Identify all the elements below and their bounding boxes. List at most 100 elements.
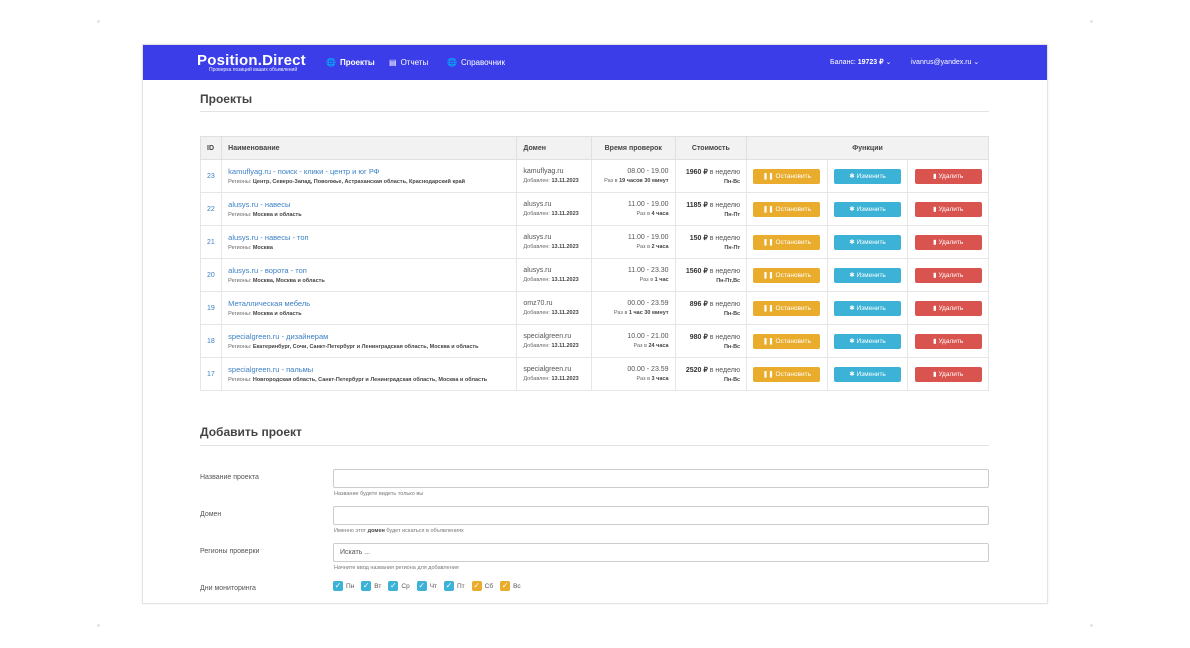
project-id[interactable]: 18 <box>199 324 223 358</box>
brand-logo[interactable]: Position.Direct <box>197 53 306 68</box>
project-name-link[interactable]: specialgreen.ru - пальмы <box>228 365 510 374</box>
stop-button[interactable]: ❚❚ Остановить <box>753 267 821 283</box>
delete-button[interactable]: ▮ Удалить <box>914 168 982 184</box>
added-caption: Добавлен: <box>523 343 550 349</box>
project-id-link[interactable]: 21 <box>207 239 215 246</box>
edit-button[interactable]: ✱ Изменить <box>834 333 902 349</box>
nav-item-reports[interactable]: ▤ Отчеты <box>389 58 428 68</box>
days-value: Пн-Вс <box>723 343 741 350</box>
delete-button[interactable]: ▮ Удалить <box>914 366 982 382</box>
delete-button[interactable]: ▮ Удалить <box>914 234 982 250</box>
project-name-link[interactable]: kamuflyag.ru - поиск - клики - центр и ю… <box>228 167 510 176</box>
project-name-link[interactable]: Металлическая мебель <box>228 299 510 308</box>
stop-button[interactable]: ❚❚ Остановить <box>753 168 821 184</box>
project-days: Пн-Вс <box>682 343 741 350</box>
regions-help: Начните ввод названия региона для добавл… <box>334 565 459 571</box>
project-domain: alusys.ru <box>523 234 552 241</box>
stop-button[interactable]: ❚❚ Остановить <box>753 201 821 217</box>
check-time: 11.00 - 19.00 <box>627 201 669 208</box>
project-cost: 1185 ₽ в неделю <box>682 201 740 209</box>
project-cost: 2520 ₽ в неделю <box>682 366 740 374</box>
balance-value: 19723 ₽ <box>857 59 884 66</box>
project-name-link[interactable]: alusys.ru - навесы <box>228 200 510 209</box>
project-name-input[interactable] <box>333 469 989 488</box>
day-checkbox[interactable]: ✓ Ср <box>388 581 410 591</box>
checkmark-icon[interactable]: ✓ <box>388 581 399 591</box>
days-value: Пн-Пт <box>724 211 741 218</box>
project-id[interactable]: 21 <box>199 225 223 259</box>
added-date: 13.11.2023 <box>551 277 579 283</box>
checkmark-icon[interactable]: ✓ <box>444 581 454 591</box>
edit-button[interactable]: ✱ Изменить <box>834 300 902 316</box>
delete-button[interactable]: ▮ Удалить <box>914 201 982 217</box>
trash-icon: ▮ <box>933 205 937 213</box>
stop-cell: ❚❚ Остановить <box>746 357 828 391</box>
frequency-value: 4 часа <box>651 211 669 217</box>
edit-button[interactable]: ✱ Изменить <box>834 267 902 283</box>
stop-button[interactable]: ❚❚ Остановить <box>753 333 821 349</box>
project-id-link[interactable]: 23 <box>207 173 215 180</box>
day-checkbox[interactable]: ✓ Вт <box>361 581 381 591</box>
edit-button[interactable]: ✱ Изменить <box>834 201 902 217</box>
edit-label: Изменить <box>856 337 886 345</box>
regions-search-input[interactable]: Искать ... <box>333 543 989 562</box>
stop-cell: ❚❚ Остановить <box>746 192 828 226</box>
day-checkbox[interactable]: ✓ Вс <box>500 581 521 591</box>
checkmark-icon[interactable]: ✓ <box>333 581 343 591</box>
gear-icon: ✱ <box>849 337 855 345</box>
project-time-cell: 11.00 - 19.00 Раз в 4 часа <box>590 192 676 226</box>
domain-input[interactable] <box>333 506 989 525</box>
project-name-cell: specialgreen.ru - пальмы Регионы: Новгор… <box>221 357 518 391</box>
day-checkbox[interactable]: ✓ Пт <box>444 581 465 591</box>
day-checkbox[interactable]: ✓ Пн <box>333 581 354 591</box>
project-id-link[interactable]: 17 <box>207 371 215 378</box>
edit-cell: ✱ Изменить <box>826 192 909 226</box>
balance-dropdown[interactable]: Баланс: 19723 ₽ ⌄ <box>830 58 891 68</box>
checkmark-icon[interactable]: ✓ <box>500 581 511 591</box>
project-added: Добавлен: 13.11.2023 <box>523 343 585 349</box>
project-domain-cell: specialgreen.ru Добавлен: 13.11.2023 <box>516 357 592 391</box>
delete-button[interactable]: ▮ Удалить <box>914 333 982 349</box>
nav-item-projects[interactable]: 🌐 Проекты <box>326 58 375 68</box>
project-id-link[interactable]: 20 <box>207 272 215 279</box>
chevron-down-icon: ⌄ <box>973 59 980 66</box>
checkmark-icon[interactable]: ✓ <box>471 581 482 591</box>
project-id[interactable]: 22 <box>199 192 223 226</box>
project-days: Пн-Вс <box>682 311 740 317</box>
add-project-title: Добавить проект <box>200 425 302 439</box>
project-name-link[interactable]: alusys.ru - ворота - топ <box>228 266 510 275</box>
day-checkbox[interactable]: ✓ Чт <box>416 581 437 591</box>
project-id[interactable]: 23 <box>199 159 223 193</box>
added-date: 13.11.2023 <box>551 343 579 349</box>
project-name-link[interactable]: alusys.ru - навесы - топ <box>228 233 510 242</box>
regions-value: Москва <box>252 245 273 251</box>
project-id-link[interactable]: 22 <box>207 206 215 213</box>
checkmark-icon[interactable]: ✓ <box>361 581 372 591</box>
day-checkbox[interactable]: ✓ Сб <box>471 581 493 591</box>
project-id[interactable]: 19 <box>199 291 223 325</box>
edit-button[interactable]: ✱ Изменить <box>834 234 902 250</box>
project-name-link[interactable]: specialgreen.ru - дизайнерам <box>228 332 510 341</box>
project-id-link[interactable]: 18 <box>207 338 215 345</box>
stop-button[interactable]: ❚❚ Остановить <box>753 300 821 316</box>
stop-button[interactable]: ❚❚ Остановить <box>753 234 821 250</box>
project-id[interactable]: 20 <box>199 258 223 292</box>
delete-button[interactable]: ▮ Удалить <box>914 267 982 283</box>
edit-button[interactable]: ✱ Изменить <box>834 366 902 382</box>
edit-button[interactable]: ✱ Изменить <box>834 168 902 184</box>
nav-item-reference[interactable]: 🌐 Справочник <box>447 58 505 68</box>
delete-button[interactable]: ▮ Удалить <box>914 300 982 316</box>
project-time-cell: 11.00 - 23.30 Раз в 1 час <box>590 258 676 292</box>
table-row: 20 alusys.ru - ворота - топ Регионы: Мос… <box>199 258 989 292</box>
monitoring-days-label: Дни мониторинга <box>200 585 256 592</box>
checkmark-icon[interactable]: ✓ <box>416 581 427 591</box>
user-dropdown[interactable]: ivanrus@yandex.ru ⌄ <box>911 58 979 68</box>
day-label: Пн <box>346 582 355 590</box>
delete-label: Удалить <box>938 238 964 246</box>
stop-button[interactable]: ❚❚ Остановить <box>753 366 821 382</box>
project-id-link[interactable]: 19 <box>207 305 215 312</box>
brand-subtitle: Проверка позиций ваших объявлений <box>209 67 298 73</box>
project-id[interactable]: 17 <box>199 357 223 391</box>
delete-label: Удалить <box>938 337 964 345</box>
stop-label: Остановить <box>775 304 811 312</box>
